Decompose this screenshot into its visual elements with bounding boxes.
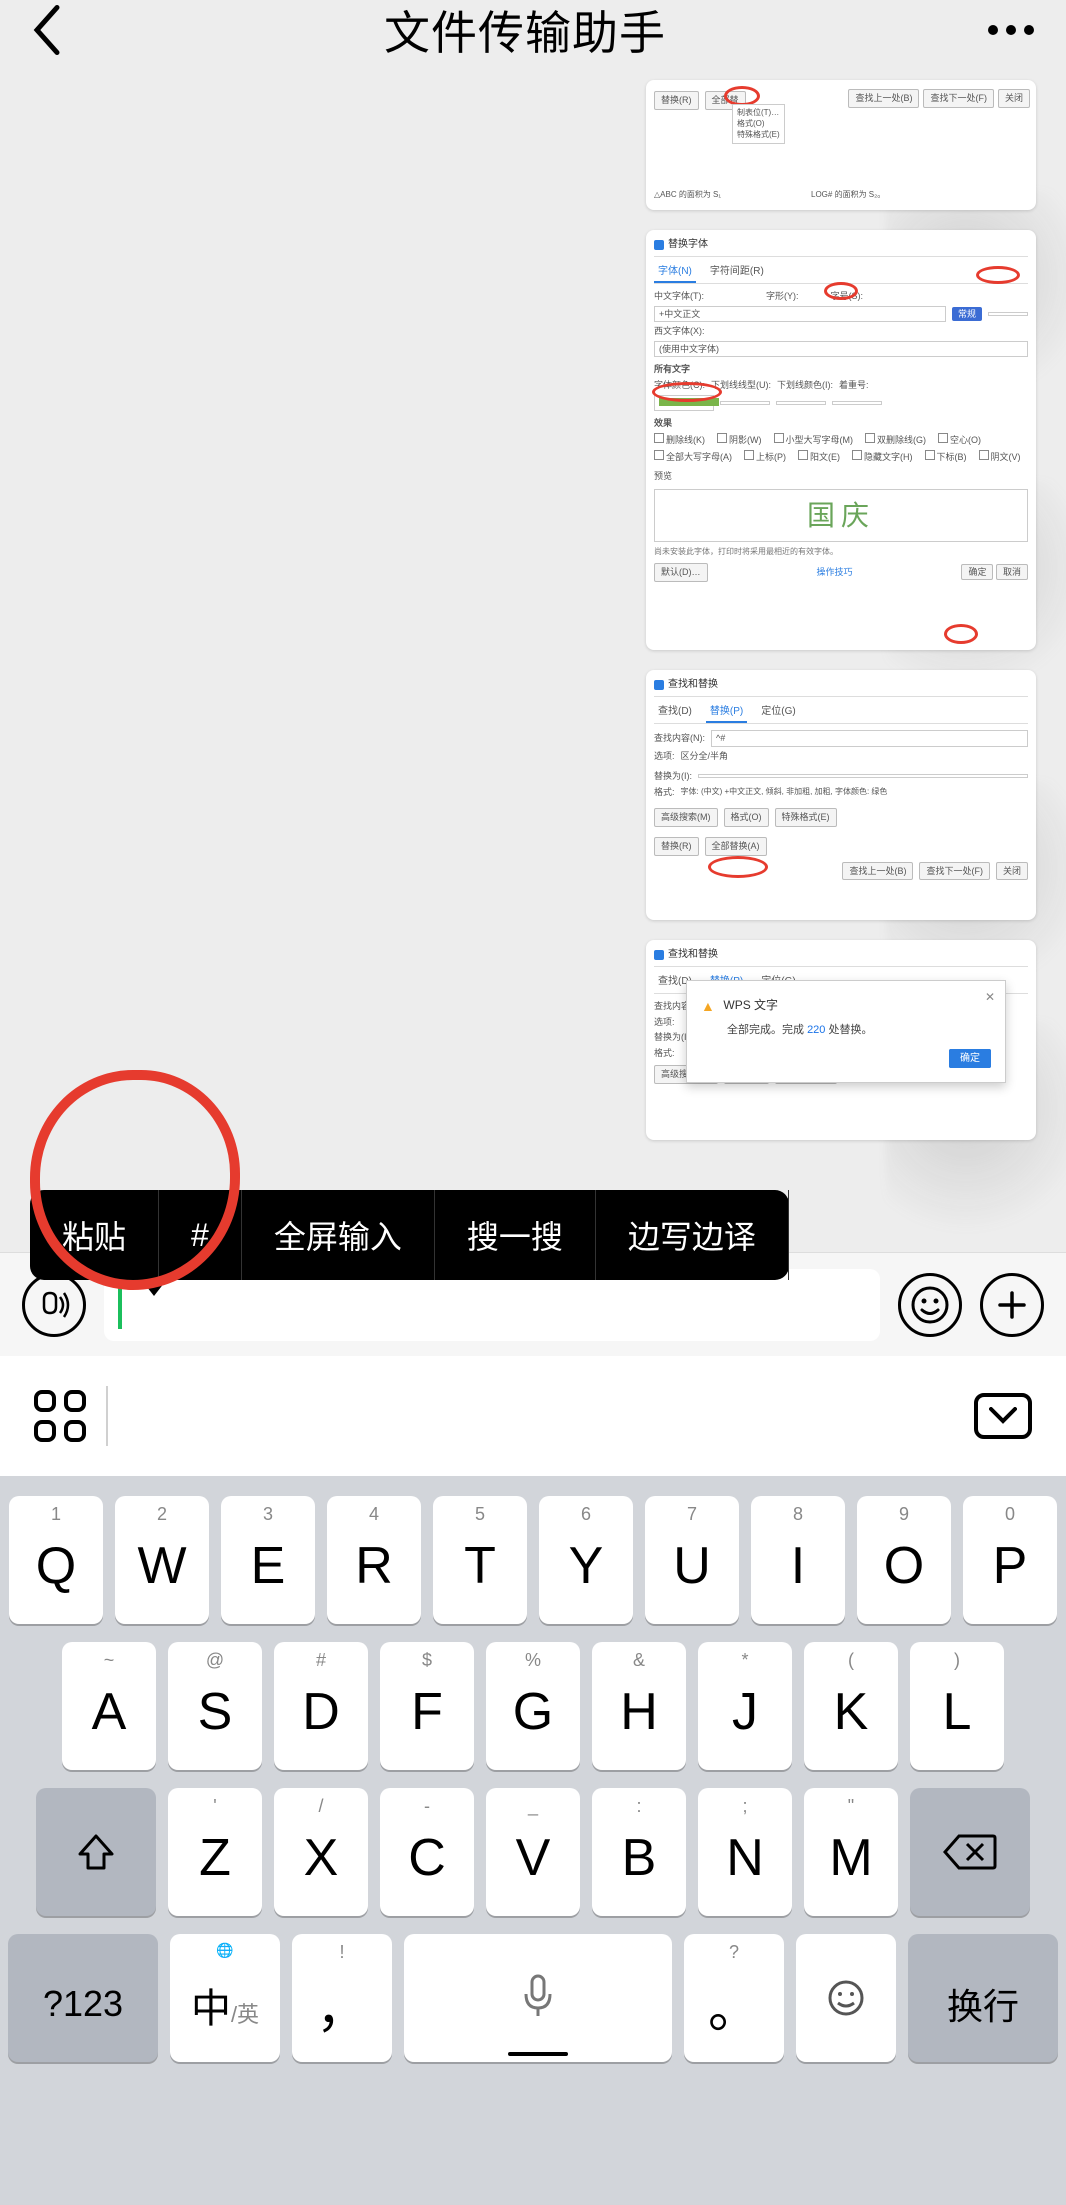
keyboard: 1Q2W3E4R5T6Y7U8I9O0P ~A@S#D$F%G&H*J(K)L … [0, 1476, 1066, 2205]
key-l[interactable]: )L [910, 1642, 1004, 1770]
emoji-key[interactable] [796, 1934, 896, 2062]
wps-popup: ✕ ▲ WPS 文字 全部完成。完成 220 处替换。 确定 [686, 980, 1006, 1083]
key-v[interactable]: _V [486, 1788, 580, 1916]
key-n[interactable]: ;N [698, 1788, 792, 1916]
key-o[interactable]: 9O [857, 1496, 951, 1624]
key-k[interactable]: (K [804, 1642, 898, 1770]
globe-icon: 🌐 [216, 1942, 233, 1959]
text-cursor [118, 1281, 122, 1329]
space-indicator [508, 2052, 568, 2056]
menu-translate[interactable]: 边写边译 [596, 1190, 789, 1280]
key-j[interactable]: *J [698, 1642, 792, 1770]
space-key[interactable] [404, 1934, 672, 2062]
message-image-3[interactable]: 查找和替换 查找(D) 替换(P) 定位(G) 查找内容(N):^# 选项:区分… [646, 670, 1036, 920]
divider [106, 1386, 108, 1446]
collapse-keyboard-button[interactable] [974, 1393, 1032, 1439]
keyboard-toolbar [0, 1356, 1066, 1476]
key-m[interactable]: "M [804, 1788, 898, 1916]
key-f[interactable]: $F [380, 1642, 474, 1770]
message-image-1[interactable]: 替换(R) 全部替 制表位(T)… 格式(O) 特殊格式(E) 查找上一处(B)… [646, 80, 1036, 210]
key-g[interactable]: %G [486, 1642, 580, 1770]
menu-arrow-icon [140, 1278, 168, 1296]
key-d[interactable]: #D [274, 1642, 368, 1770]
comma-key[interactable]: ! ， [292, 1934, 392, 2062]
key-a[interactable]: ~A [62, 1642, 156, 1770]
key-p[interactable]: 0P [963, 1496, 1057, 1624]
key-u[interactable]: 7U [645, 1496, 739, 1624]
menu-search[interactable]: 搜一搜 [435, 1190, 596, 1280]
key-b[interactable]: :B [592, 1788, 686, 1916]
key-y[interactable]: 6Y [539, 1496, 633, 1624]
voice-toggle-button[interactable] [22, 1273, 86, 1337]
apps-icon[interactable] [34, 1390, 86, 1442]
chat-header: 文件传输助手 [0, 0, 1066, 60]
chat-area[interactable]: 替换(R) 全部替 制表位(T)… 格式(O) 特殊格式(E) 查找上一处(B)… [0, 60, 1066, 1266]
chat-title: 文件传输助手 [384, 0, 666, 63]
shift-key[interactable] [36, 1788, 156, 1916]
key-q[interactable]: 1Q [9, 1496, 103, 1624]
language-key[interactable]: 🌐 中/英 [170, 1934, 280, 2062]
key-h[interactable]: &H [592, 1642, 686, 1770]
btn-replace: 替换(R) [654, 91, 699, 110]
key-x[interactable]: /X [274, 1788, 368, 1916]
smile-icon [826, 1978, 866, 2018]
red-annotation [944, 624, 978, 644]
menu-paste[interactable]: 粘贴 [30, 1190, 159, 1280]
key-e[interactable]: 3E [221, 1496, 315, 1624]
enter-key[interactable]: 换行 [908, 1934, 1058, 2062]
key-c[interactable]: -C [380, 1788, 474, 1916]
popup-ok-button: 确定 [949, 1049, 991, 1068]
menu-hash[interactable]: # [159, 1190, 242, 1280]
back-icon[interactable] [30, 5, 64, 55]
message-image-2[interactable]: 替换字体 字体(N) 字符间距(R) 中文字体(T): 字形(Y): 字号(S)… [646, 230, 1036, 650]
key-r[interactable]: 4R [327, 1496, 421, 1624]
emoji-button[interactable] [898, 1273, 962, 1337]
mic-icon [518, 1972, 558, 2024]
close-icon: ✕ [985, 989, 995, 1006]
backspace-key[interactable] [910, 1788, 1030, 1916]
key-i[interactable]: 8I [751, 1496, 845, 1624]
key-t[interactable]: 5T [433, 1496, 527, 1624]
symbols-key[interactable]: ?123 [8, 1934, 158, 2062]
warning-icon: ▲ [701, 997, 715, 1017]
font-preview: 国庆 [654, 489, 1028, 542]
message-image-4[interactable]: 查找和替换 查找(D) 替换(P) 定位(G) 查找内容(N): 选项: 替换为… [646, 940, 1036, 1140]
context-menu: 粘贴 # 全屏输入 搜一搜 边写边译 [30, 1190, 789, 1280]
key-w[interactable]: 2W [115, 1496, 209, 1624]
more-icon[interactable] [986, 23, 1036, 37]
period-key[interactable]: ? 。 [684, 1934, 784, 2062]
key-s[interactable]: @S [168, 1642, 262, 1770]
add-button[interactable] [980, 1273, 1044, 1337]
menu-fullscreen[interactable]: 全屏输入 [242, 1190, 435, 1280]
key-z[interactable]: 'Z [168, 1788, 262, 1916]
